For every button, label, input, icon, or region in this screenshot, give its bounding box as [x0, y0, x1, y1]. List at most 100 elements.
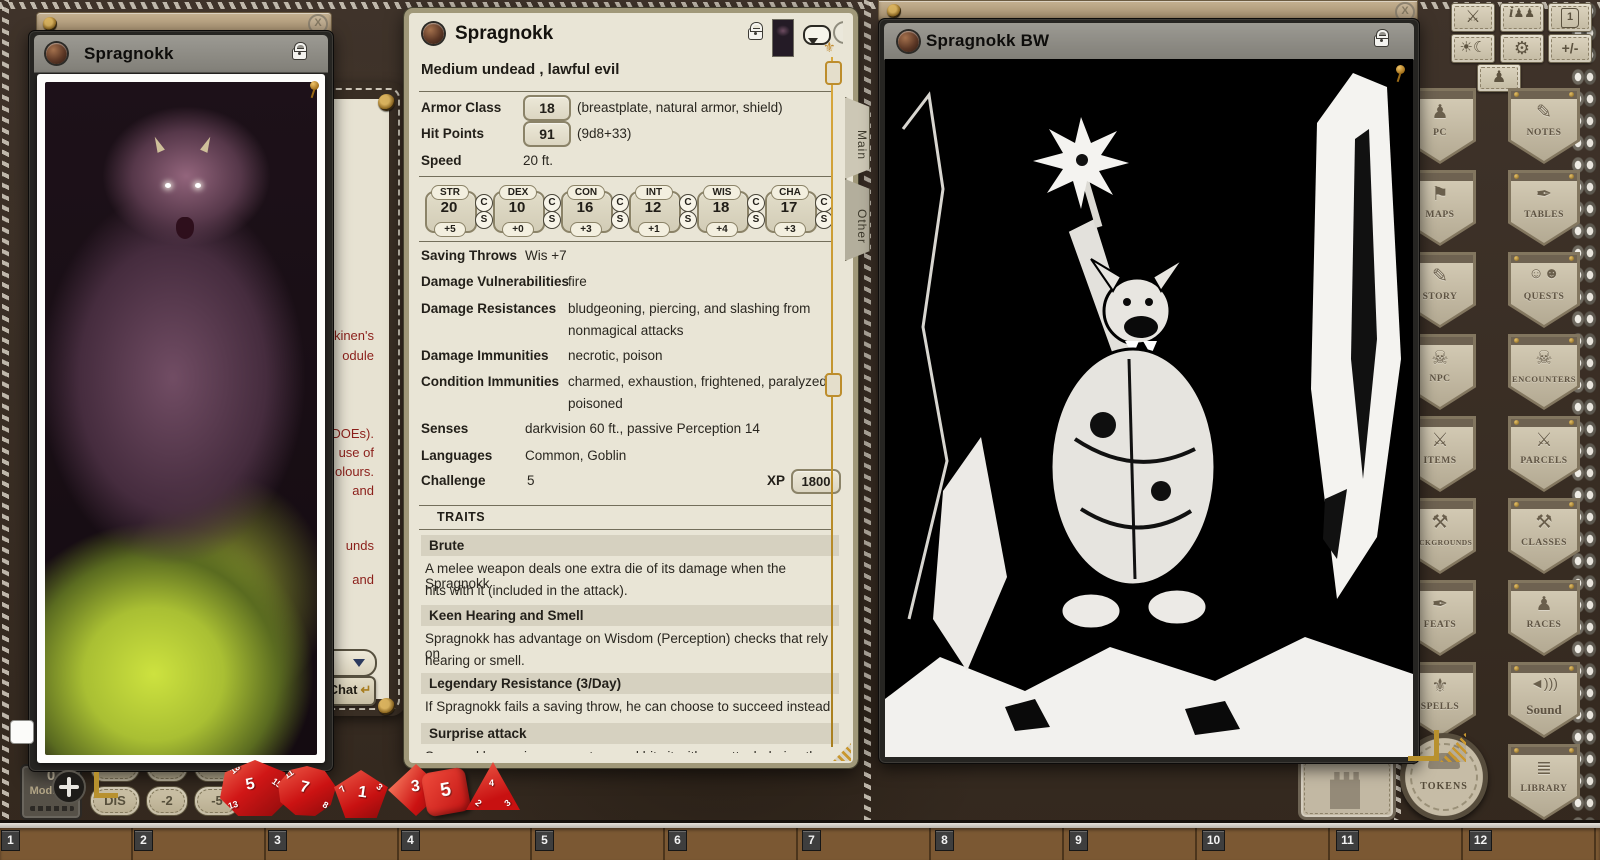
ability-str-save-button[interactable]: S — [475, 211, 493, 229]
lock-icon[interactable] — [1375, 36, 1388, 46]
trait-header[interactable]: Keen Hearing and Smell — [421, 605, 839, 626]
trait-text: hits with it (included in the attack). — [425, 583, 628, 598]
trait-header[interactable]: Legendary Resistance (3/Day) — [421, 673, 839, 694]
portrait-artwork[interactable] — [45, 82, 317, 755]
tower-icon — [1330, 767, 1360, 809]
stat-value: Wis +7 — [525, 248, 567, 263]
tab-main[interactable]: Main — [845, 97, 870, 179]
radial-menu-button[interactable] — [52, 770, 86, 804]
portrait-window[interactable]: Spragnokk — [28, 30, 334, 772]
dice-tower[interactable] — [1298, 756, 1396, 820]
hotbar-slot-2[interactable]: 2 — [134, 830, 153, 851]
zoom-pin-icon[interactable] — [1396, 65, 1405, 74]
modifier-dots — [30, 806, 74, 811]
xp-value[interactable]: 1800 — [791, 469, 841, 494]
fantasy-grounds-desktop: ⚔ i♟♟ 1 ☀☾ ⚙ +/- ♟ ✎NOTES ✒TABLES ☺☻QUES… — [0, 0, 1600, 860]
lighting-button[interactable]: ☀☾ — [1451, 34, 1495, 63]
d4-die[interactable]: 4 2 3 — [466, 762, 520, 810]
npc-sheet-window[interactable]: Main Other Spragnokk Medium undead , law… — [404, 8, 858, 768]
ability-dex-mod[interactable]: +0 — [502, 222, 534, 237]
hotbar-slot-6[interactable]: 6 — [668, 830, 687, 851]
bw-image-window[interactable]: Spragnokk BW — [878, 18, 1420, 764]
ability-con-mod[interactable]: +3 — [570, 222, 602, 237]
zoom-pin-icon[interactable] — [310, 81, 319, 90]
portrait-window-title: Spragnokk — [84, 44, 174, 64]
hotbar-slot-8[interactable]: 8 — [935, 830, 954, 851]
helm-icon: ⚒ — [1508, 511, 1580, 534]
ability-cha-mod[interactable]: +3 — [774, 222, 806, 237]
minimized-window-chip[interactable] — [10, 720, 34, 744]
hotbar[interactable] — [0, 828, 1600, 860]
ability-con-score[interactable]: 16 — [561, 199, 609, 216]
ability-con-name: CON — [567, 185, 605, 200]
lock-icon[interactable] — [293, 49, 306, 59]
ability-int-save-button[interactable]: S — [679, 211, 697, 229]
ability-con-check-button[interactable]: C — [611, 194, 629, 212]
tab-other[interactable]: Other — [845, 179, 870, 261]
window-orb-icon[interactable] — [898, 31, 919, 52]
ability-str-name: STR — [431, 185, 469, 200]
ability-wis-mod[interactable]: +4 — [706, 222, 738, 237]
armor-class-value[interactable]: 18 — [523, 95, 571, 121]
d12-die[interactable]: 7 11 8 — [278, 766, 336, 816]
ability-dex-save-button[interactable]: S — [543, 211, 561, 229]
stat-label: Damage Resistances — [421, 301, 556, 316]
ability-con-save-button[interactable]: S — [611, 211, 629, 229]
quill-icon: ✎ — [1508, 101, 1580, 124]
hotbar-slot-11[interactable]: 11 — [1336, 830, 1359, 851]
ability-cha-score[interactable]: 17 — [765, 199, 813, 216]
chest-sword-icon: ⚔ — [1508, 429, 1580, 452]
window-orb-icon[interactable] — [423, 23, 444, 44]
d10-die[interactable]: 1 7 3 — [334, 770, 388, 818]
scrollbar-handle[interactable] — [825, 373, 842, 397]
grommet-icon — [378, 94, 395, 111]
character-selection-button[interactable]: ♟ — [1477, 64, 1521, 92]
hotbar-slot-7[interactable]: 7 — [802, 830, 821, 851]
trait-header[interactable]: Surprise attack — [421, 723, 839, 744]
ability-wis-score[interactable]: 18 — [697, 199, 745, 216]
minus2-button[interactable]: -2 — [146, 786, 188, 816]
modifiers-button[interactable]: +/- — [1548, 34, 1592, 63]
ability-wis-save-button[interactable]: S — [747, 211, 765, 229]
ability-int-mod[interactable]: +1 — [638, 222, 670, 237]
ability-cha-name: CHA — [771, 185, 809, 200]
token-thumbnail[interactable] — [772, 19, 794, 57]
speed-label: Speed — [421, 153, 462, 168]
hotbar-slot-10[interactable]: 10 — [1202, 830, 1225, 851]
armor-class-note: (breastplate, natural armor, shield) — [577, 100, 783, 115]
portrait-window-titlebar[interactable]: Spragnokk — [34, 35, 328, 73]
hit-points-value[interactable]: 91 — [523, 121, 571, 147]
window-orb-icon[interactable] — [46, 43, 67, 64]
ability-dex-score[interactable]: 10 — [493, 199, 541, 216]
lock-icon[interactable] — [749, 29, 762, 39]
npc-sheet-content: Spragnokk Medium undead , lawful evil Ar… — [409, 13, 843, 753]
party-sheet-button[interactable]: i♟♟ — [1500, 3, 1544, 32]
stat-value: poisoned — [568, 396, 623, 411]
ability-str-check-button[interactable]: C — [475, 194, 493, 212]
hotbar-slot-5[interactable]: 5 — [535, 830, 554, 851]
grommet-icon — [43, 17, 57, 31]
ability-str-mod[interactable]: +5 — [434, 222, 466, 237]
hotbar-slot-3[interactable]: 3 — [268, 830, 287, 851]
hotbar-slot-1[interactable]: 1 — [1, 830, 20, 851]
hotbar-slot-12[interactable]: 12 — [1469, 830, 1492, 851]
hotbar-slot-4[interactable]: 4 — [401, 830, 420, 851]
combat-toolbar-button[interactable]: ⚔ — [1451, 3, 1495, 32]
ability-dex-check-button[interactable]: C — [543, 194, 561, 212]
xp-label: XP — [767, 473, 785, 488]
ability-str-score[interactable]: 20 — [425, 199, 473, 216]
bw-window-titlebar[interactable]: Spragnokk BW — [884, 23, 1414, 60]
hotbar-slot-9[interactable]: 9 — [1069, 830, 1088, 851]
ability-wis-check-button[interactable]: C — [747, 194, 765, 212]
d6-die[interactable]: 5 — [421, 767, 472, 818]
scrollbar-track[interactable] — [831, 57, 833, 747]
calendar-button[interactable]: 1 — [1548, 3, 1592, 32]
trait-header[interactable]: Brute — [421, 535, 839, 556]
ability-int-check-button[interactable]: C — [679, 194, 697, 212]
scrollbar-handle[interactable] — [825, 61, 842, 85]
stat-value: darkvision 60 ft., passive Perception 14 — [525, 421, 760, 436]
bw-artwork[interactable] — [885, 59, 1413, 757]
ability-int-score[interactable]: 12 — [629, 199, 677, 216]
options-button[interactable]: ⚙ — [1500, 34, 1544, 63]
stat-value: fire — [568, 274, 587, 289]
